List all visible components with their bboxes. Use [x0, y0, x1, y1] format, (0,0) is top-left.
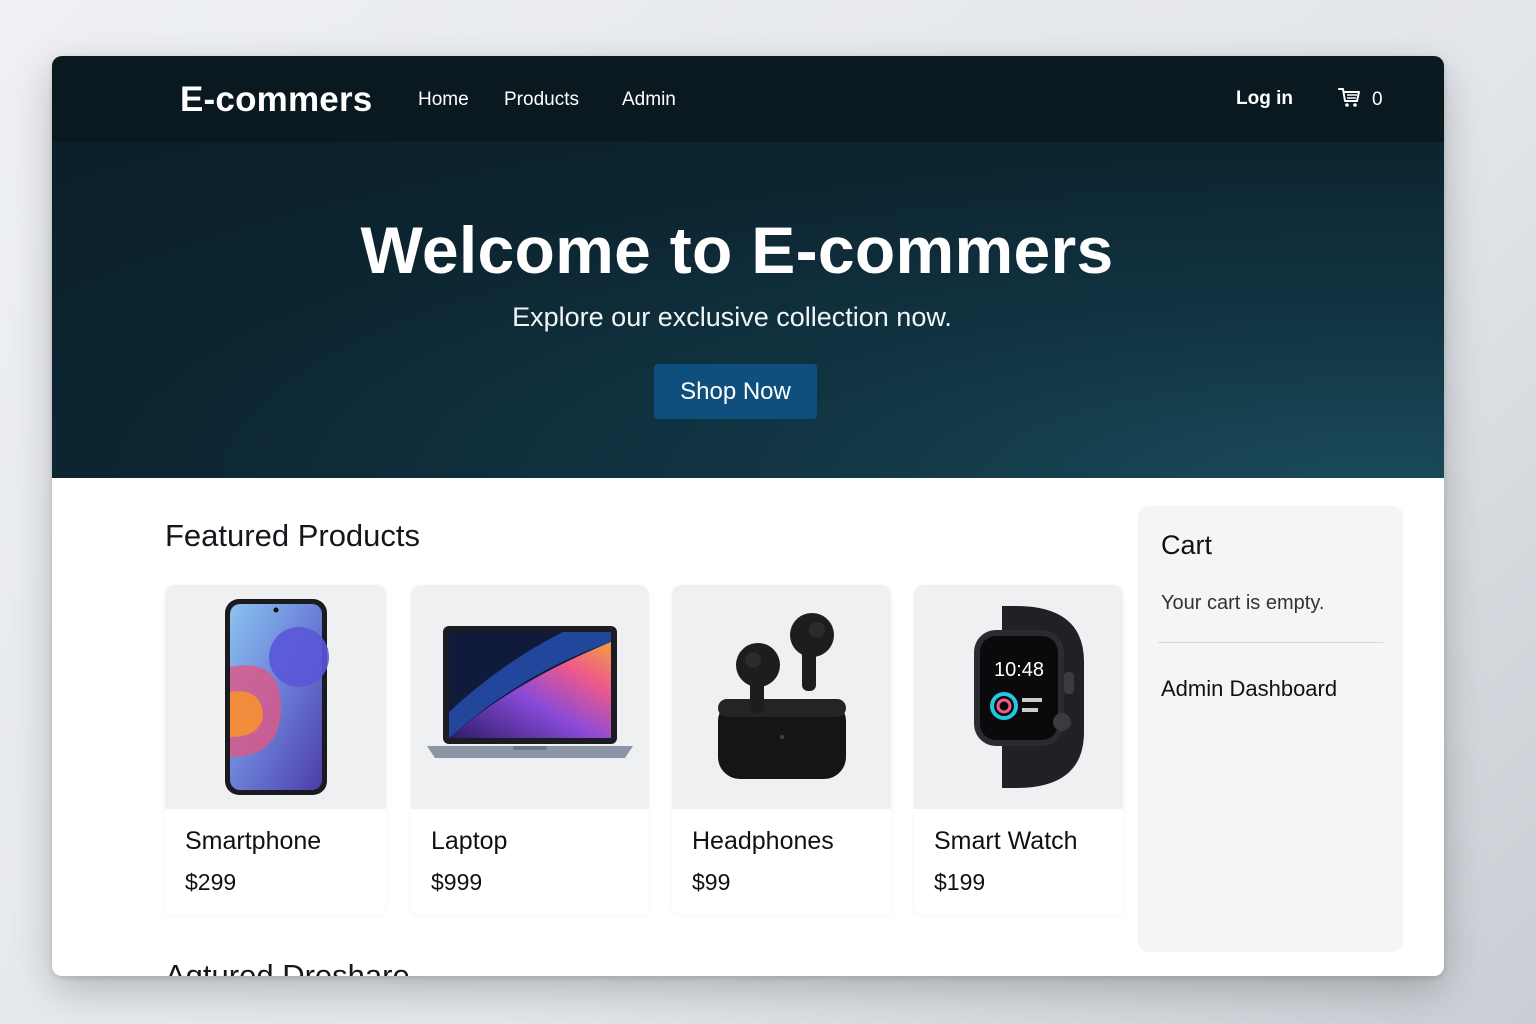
- divider: [1158, 642, 1383, 643]
- product-price: $99: [692, 869, 731, 895]
- featured-products-heading: Featured Products: [165, 518, 421, 553]
- login-link[interactable]: Log in: [1236, 88, 1293, 110]
- product-card-laptop[interactable]: Laptop $999: [411, 585, 649, 915]
- nav-link-home[interactable]: Home: [418, 89, 469, 111]
- product-price: $299: [185, 869, 237, 895]
- product-name: Laptop: [431, 827, 508, 855]
- product-name: Headphones: [692, 827, 834, 855]
- navbar: E-commers Home Products Admin Log in 0: [52, 56, 1444, 142]
- hero-subtitle: Explore our exclusive collection now.: [512, 302, 952, 332]
- cart-icon: [1338, 86, 1362, 113]
- product-name: Smart Watch: [934, 827, 1078, 855]
- product-price: $199: [934, 869, 986, 895]
- product-card-headphones[interactable]: Headphones $99: [672, 585, 891, 915]
- laptop-image: [411, 585, 649, 809]
- second-section-heading: Aqtured Dreshare: [165, 958, 410, 976]
- smartphone-image: [165, 585, 386, 809]
- nav-link-products[interactable]: Products: [504, 89, 579, 111]
- cart-title: Cart: [1161, 530, 1213, 560]
- brand-logo[interactable]: E-commers: [180, 80, 372, 120]
- product-card-smart-watch[interactable]: 10:48 Smart Watch $199: [914, 585, 1123, 915]
- browser-window: E-commers Home Products Admin Log in 0 W…: [52, 56, 1444, 976]
- cart-count: 0: [1372, 88, 1383, 110]
- product-price: $999: [431, 869, 483, 895]
- cart-button[interactable]: 0: [1338, 86, 1383, 113]
- cart-panel: Cart Your cart is empty. Admin Dashboard: [1138, 506, 1403, 952]
- nav-link-admin[interactable]: Admin: [622, 89, 676, 111]
- watch-time: 10:48: [993, 659, 1043, 681]
- earbuds-image: [672, 585, 891, 809]
- smartwatch-image: 10:48: [914, 585, 1123, 809]
- admin-dashboard-link[interactable]: Admin Dashboard: [1161, 676, 1337, 702]
- product-card-smartphone[interactable]: Smartphone $299: [165, 585, 386, 915]
- product-name: Smartphone: [185, 827, 322, 855]
- cart-empty-message: Your cart is empty.: [1161, 592, 1325, 614]
- hero-title: Welcome to E-commers: [360, 213, 1114, 287]
- hero-banner: Welcome to E-commers Explore our exclusi…: [52, 142, 1444, 478]
- shop-now-button[interactable]: Shop Now: [654, 364, 817, 419]
